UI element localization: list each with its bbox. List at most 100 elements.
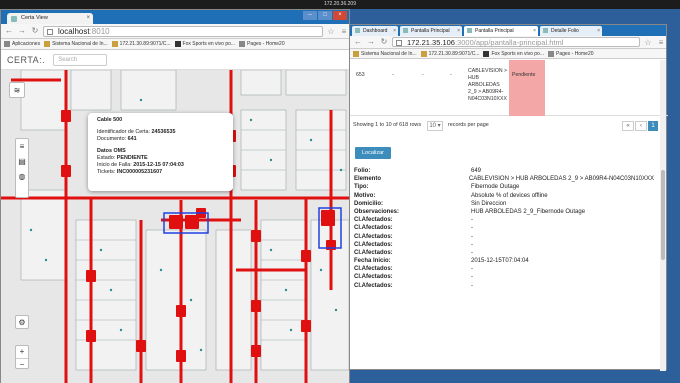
detail-value: - — [471, 266, 473, 273]
detail-label: Cl.Afectados: — [354, 266, 393, 273]
detail-label: Folio: — [354, 168, 371, 174]
first-page-button[interactable]: « — [622, 121, 634, 131]
folder-icon — [420, 50, 427, 57]
scrollbar-thumb[interactable] — [661, 170, 665, 260]
close-tab-icon[interactable]: × — [393, 26, 396, 36]
detail-label: Cl.Afectados: — [354, 225, 393, 232]
forward-arrow-icon[interactable]: → — [17, 26, 27, 36]
bookmark-star-icon[interactable]: ☆ — [643, 38, 653, 47]
detail-value: - — [471, 249, 473, 256]
page-1-button[interactable]: 1 — [648, 121, 658, 131]
bookmark-apps[interactable]: Aplicaciones — [4, 41, 40, 47]
prev-page-button[interactable]: ‹ — [635, 121, 647, 131]
reload-icon[interactable]: ↻ — [30, 26, 40, 36]
detail-row: Folio: 649 — [354, 167, 654, 175]
tab-pantalla-principal-1[interactable]: Pantalla Principal × — [400, 26, 462, 36]
detail-value: - — [471, 217, 473, 224]
fox-icon — [483, 50, 490, 57]
cable-info-popup: Cable 500 Identificador de Certa: 245365… — [88, 113, 233, 191]
bookmark-pages[interactable]: Pages - Home20 — [239, 41, 285, 47]
detail-label: Cl.Afectados: — [354, 217, 393, 224]
status-text: Pendiente — [512, 72, 536, 78]
page-favicon-icon — [355, 28, 360, 33]
zoom-in-button[interactable]: + — [16, 346, 28, 358]
bookmark-fox[interactable]: Fox Sports en vivo po... — [174, 41, 235, 47]
per-page-select[interactable]: 10 ▾ — [427, 121, 443, 131]
tab-pantalla-principal-2[interactable]: Pantalla Principal × — [464, 26, 538, 36]
certa-view-window: Certa View × – □ × ← → ↻ localhost:8010 … — [0, 9, 350, 383]
detail-row: Tipo: Fibernode Outage — [354, 183, 654, 191]
url-field[interactable]: 172.21.35.106:3000/app/pantalla-principa… — [392, 37, 640, 47]
vertical-scrollbar[interactable] — [660, 60, 666, 371]
detail-value: HUB ARBOLEDAS 2_9_Fibernode Outage — [471, 208, 586, 215]
map-canvas[interactable]: ≋ ≡ ▤ ◍ ⚙ + − Cable 500 Identificador de… — [1, 70, 349, 383]
detail-label: Cl.Afectados: — [354, 233, 393, 240]
url-port: :8010 — [89, 26, 110, 36]
bookmark-star-icon[interactable]: ☆ — [326, 27, 336, 36]
folder-icon — [111, 41, 118, 47]
tab-dashboard[interactable]: Dashboard × — [352, 26, 398, 36]
close-tab-icon[interactable]: × — [457, 26, 460, 36]
left-tab-bar: Certa View × – □ × — [1, 10, 349, 24]
certa-header: CERTA:. Search — [1, 50, 349, 70]
detail-value: Sin Direccion — [471, 200, 507, 207]
localizar-button[interactable]: Localizar — [355, 147, 391, 159]
detail-row: Cl.Afectados: - — [354, 224, 654, 232]
close-tab-icon[interactable]: × — [533, 26, 536, 36]
close-window-button[interactable]: × — [333, 11, 347, 20]
map-search-input[interactable]: Search — [53, 53, 108, 66]
detail-row: Domicilio: Sin Direccion — [354, 200, 654, 208]
tab-certa-view[interactable]: Certa View × — [7, 13, 93, 24]
page-icon — [396, 40, 402, 46]
menu-icon[interactable]: ≡ — [339, 27, 349, 36]
minimize-button[interactable]: – — [303, 11, 317, 20]
bookmark-sistema[interactable]: Sistema Nacional de In... — [353, 50, 417, 57]
globe-icon[interactable]: ◍ — [16, 169, 28, 184]
detail-value: - — [471, 282, 473, 289]
status-cell[interactable]: Pendiente — [509, 60, 545, 116]
detail-value: - — [471, 241, 473, 248]
detail-label: Domicilio: — [354, 200, 384, 207]
settings-button[interactable]: ⚙ — [15, 315, 29, 329]
close-tab-icon[interactable]: × — [86, 13, 90, 24]
close-tab-icon[interactable]: × — [597, 26, 600, 36]
bookmark-ip[interactable]: 172.21.30.89:9071/C... — [420, 50, 479, 57]
row-id: 653 — [356, 72, 365, 78]
row-col3: - — [422, 72, 424, 78]
back-arrow-icon[interactable]: ← — [353, 37, 363, 47]
pantalla-principal-window: Dashboard × Pantalla Principal × Pantalla … — [349, 24, 668, 371]
folder-icon — [353, 50, 359, 57]
url-field[interactable]: localhost:8010 — [43, 25, 323, 37]
popup-estado-row: Estado: PENDIENTE — [97, 155, 148, 161]
gear-icon: ⚙ — [18, 318, 26, 327]
detail-label: Cl.Afectados: — [354, 241, 393, 248]
layers-button[interactable]: ≋ — [9, 82, 25, 98]
detail-value: - — [471, 233, 473, 240]
tab-title: Certa View — [21, 15, 48, 21]
detail-row: Elemento CABLEVISION > HUB ARBOLEDAS 2_9 … — [354, 175, 654, 183]
reload-icon[interactable]: ↻ — [379, 37, 389, 47]
map-icon[interactable]: ▤ — [16, 154, 28, 169]
menu-icon[interactable]: ≡ — [16, 139, 28, 154]
tab-detalle-folio[interactable]: Detalle Folio × — [540, 26, 602, 36]
back-arrow-icon[interactable]: ← — [4, 26, 14, 36]
detail-row: Observaciones: HUB ARBOLEDAS 2_9_Fibernod… — [354, 208, 654, 216]
bookmark-ip[interactable]: 172.21.30.89:9071/C... — [111, 41, 171, 47]
bookmark-pages[interactable]: Pages - Home20 — [548, 50, 594, 57]
right-address-bar: ← → ↻ 172.21.35.106:3000/app/pantalla-pr… — [350, 36, 666, 49]
right-bookmarks-bar: Sistema Nacional de In... 172.21.30.89:9… — [350, 49, 666, 59]
detail-row: Cl.Afectados: - — [354, 233, 654, 241]
menu-icon[interactable]: ≡ — [656, 38, 666, 47]
detail-label: Motivo: — [354, 192, 376, 199]
folder-icon — [44, 41, 51, 47]
bookmark-sistema[interactable]: Sistema Nacional de In... — [44, 41, 108, 47]
bookmark-fox[interactable]: Fox Sports en vivo po... — [483, 50, 544, 57]
detail-label: Cl.Afectados: — [354, 282, 393, 289]
zoom-out-button[interactable]: − — [16, 358, 28, 370]
popup-section: Datos OMS — [97, 148, 126, 154]
zoom-control: + − — [15, 345, 29, 369]
maximize-button[interactable]: □ — [318, 11, 332, 20]
row-col2: - — [392, 72, 394, 78]
certa-logo: CERTA:. — [7, 54, 46, 65]
forward-arrow-icon[interactable]: → — [366, 37, 376, 47]
